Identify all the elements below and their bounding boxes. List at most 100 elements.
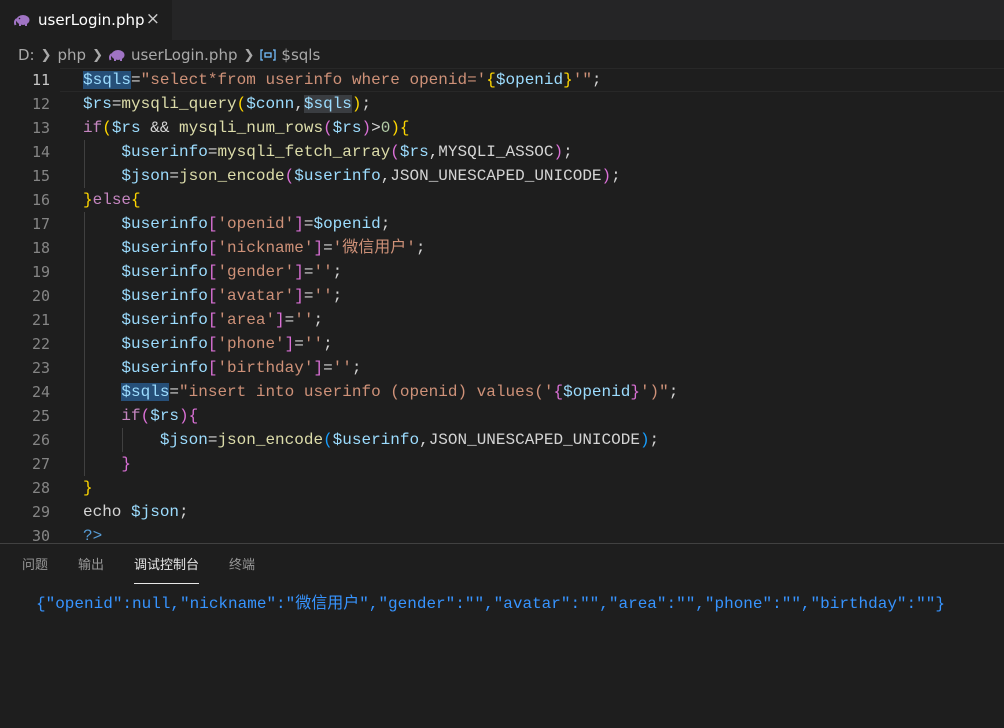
token-bracket: } [83,191,93,209]
token-op: ; [313,311,324,329]
token-string: 'openid' [217,215,295,233]
token-bracket: ( [284,167,295,185]
breadcrumb-drive[interactable]: D: [18,46,35,64]
token-func: mysqli_fetch_array [217,143,391,161]
token-bracket: } [83,479,93,497]
line-number: 15 [31,167,50,185]
token-bracket: [ [207,239,218,257]
token-var: $conn [246,95,295,113]
code-line[interactable]: 22 $userinfo['phone']=''; [0,332,1004,356]
token-var: $json [159,431,208,449]
code-line[interactable]: 21 $userinfo['area']=''; [0,308,1004,332]
code-text: echo $json; [83,500,189,524]
code-text: $userinfo['avatar']=''; [83,284,342,308]
token-bracket: ( [323,431,333,449]
token-string: ')" [639,383,669,401]
breadcrumb-symbol[interactable]: $sqls [281,46,320,64]
token-number: 0 [380,119,391,137]
code-text: $sqls="insert into userinfo (openid) val… [83,380,678,404]
line-number: 12 [31,95,50,113]
debug-console-output: {"openid":null,"nickname":"微信用户","gender… [36,595,945,613]
token-string: "insert into userinfo (openid) values(' [179,383,554,401]
tab-userlogin-php[interactable]: userLogin.php × [0,0,172,40]
token-keyword: if [83,119,103,137]
line-number: 21 [31,311,50,329]
code-line[interactable]: 15 $json=json_encode($userinfo,JSON_UNES… [0,164,1004,188]
tab-terminal[interactable]: 终端 [229,544,255,584]
code-line[interactable]: 16 }else{ [0,188,1004,212]
token-op: = [323,239,333,257]
code-text: $sqls="select*from userinfo where openid… [83,68,602,92]
code-line[interactable]: 14 $userinfo=mysqli_fetch_array($rs,MYSQ… [0,140,1004,164]
token-var: $openid [313,215,381,233]
tab-label: userLogin.php [38,11,145,29]
code-text: $userinfo['nickname']='微信用户'; [83,236,425,260]
token-bracket: ] [313,359,324,377]
code-line[interactable]: 13 if($rs && mysqli_num_rows($rs)>0){ [0,116,1004,140]
token-bracket: ] [313,239,324,257]
code-line[interactable]: 19 $userinfo['gender']=''; [0,260,1004,284]
breadcrumb-folder[interactable]: php [58,46,87,64]
line-number: 20 [31,287,50,305]
code-line[interactable]: 17 $userinfo['openid']=$openid; [0,212,1004,236]
token-op: = [111,95,122,113]
token-keyword: else [92,191,132,209]
token-bracket: ) [390,119,400,137]
code-line[interactable]: 29 echo $json; [0,500,1004,524]
code-text: if($rs){ [83,404,198,428]
token-var: $rs [150,407,180,425]
breadcrumb-file[interactable]: userLogin.php [131,46,238,64]
token-var: $userinfo [121,239,208,257]
token-op: ; [351,359,362,377]
token-var: $userinfo [121,335,208,353]
token-const: ,MYSQLI_ASSOC [428,143,554,161]
code-line[interactable]: 20 $userinfo['avatar']=''; [0,284,1004,308]
token-bracket: { [553,383,564,401]
editor-tab-bar: userLogin.php × [0,0,1004,40]
code-text: } [83,452,131,476]
token-bracket: ] [294,215,304,233]
token-var: $openid [495,71,564,89]
token-bracket: { [131,191,141,209]
code-line[interactable]: 28 } [0,476,1004,500]
token-op: ; [649,431,660,449]
token-string: '' [313,263,333,281]
token-op: ; [380,215,391,233]
token-bracket: ] [294,263,304,281]
token-op: , [294,95,304,113]
code-line[interactable]: 25 if($rs){ [0,404,1004,428]
token-op: && [140,119,180,137]
code-line[interactable]: 26 $json=json_encode($userinfo,JSON_UNES… [0,428,1004,452]
code-line[interactable]: 27 } [0,452,1004,476]
code-line[interactable]: 11 $sqls="select*from userinfo where ope… [0,68,1004,92]
code-editor[interactable]: 11 $sqls="select*from userinfo where ope… [0,68,1004,545]
token-op: ; [563,143,573,161]
close-icon[interactable]: × [146,9,160,29]
token-string: 'nickname' [217,239,314,257]
line-number: 29 [31,503,50,521]
token-op: ; [332,287,343,305]
code-line[interactable]: 18 $userinfo['nickname']='微信用户'; [0,236,1004,260]
code-line[interactable]: 24 $sqls="insert into userinfo (openid) … [0,380,1004,404]
token-func: json_encode [179,167,285,185]
code-text: $json=json_encode($userinfo,JSON_UNESCAP… [83,164,620,188]
code-line[interactable]: 12 $rs=mysqli_query($conn,$sqls); [0,92,1004,116]
code-text: $rs=mysqli_query($conn,$sqls); [83,92,371,116]
token-op: = [323,359,333,377]
code-text: }else{ [83,188,141,212]
token-op: > [371,119,381,137]
chevron-right-icon: ❯ [40,47,52,63]
token-var: $userinfo [121,311,208,329]
code-line[interactable]: 23 $userinfo['birthday']=''; [0,356,1004,380]
code-text: } [83,476,93,500]
code-text: if($rs && mysqli_num_rows($rs)>0){ [83,116,410,140]
tab-debug-console[interactable]: 调试控制台 [134,544,200,584]
line-number: 16 [31,191,50,209]
tab-output[interactable]: 输出 [78,544,104,584]
token-string: 'avatar' [217,287,295,305]
token-bracket: } [121,455,132,473]
token-string: '' [313,287,333,305]
token-bracket: [ [207,263,218,281]
token-var: $userinfo [121,287,208,305]
tab-problems[interactable]: 问题 [22,544,48,584]
